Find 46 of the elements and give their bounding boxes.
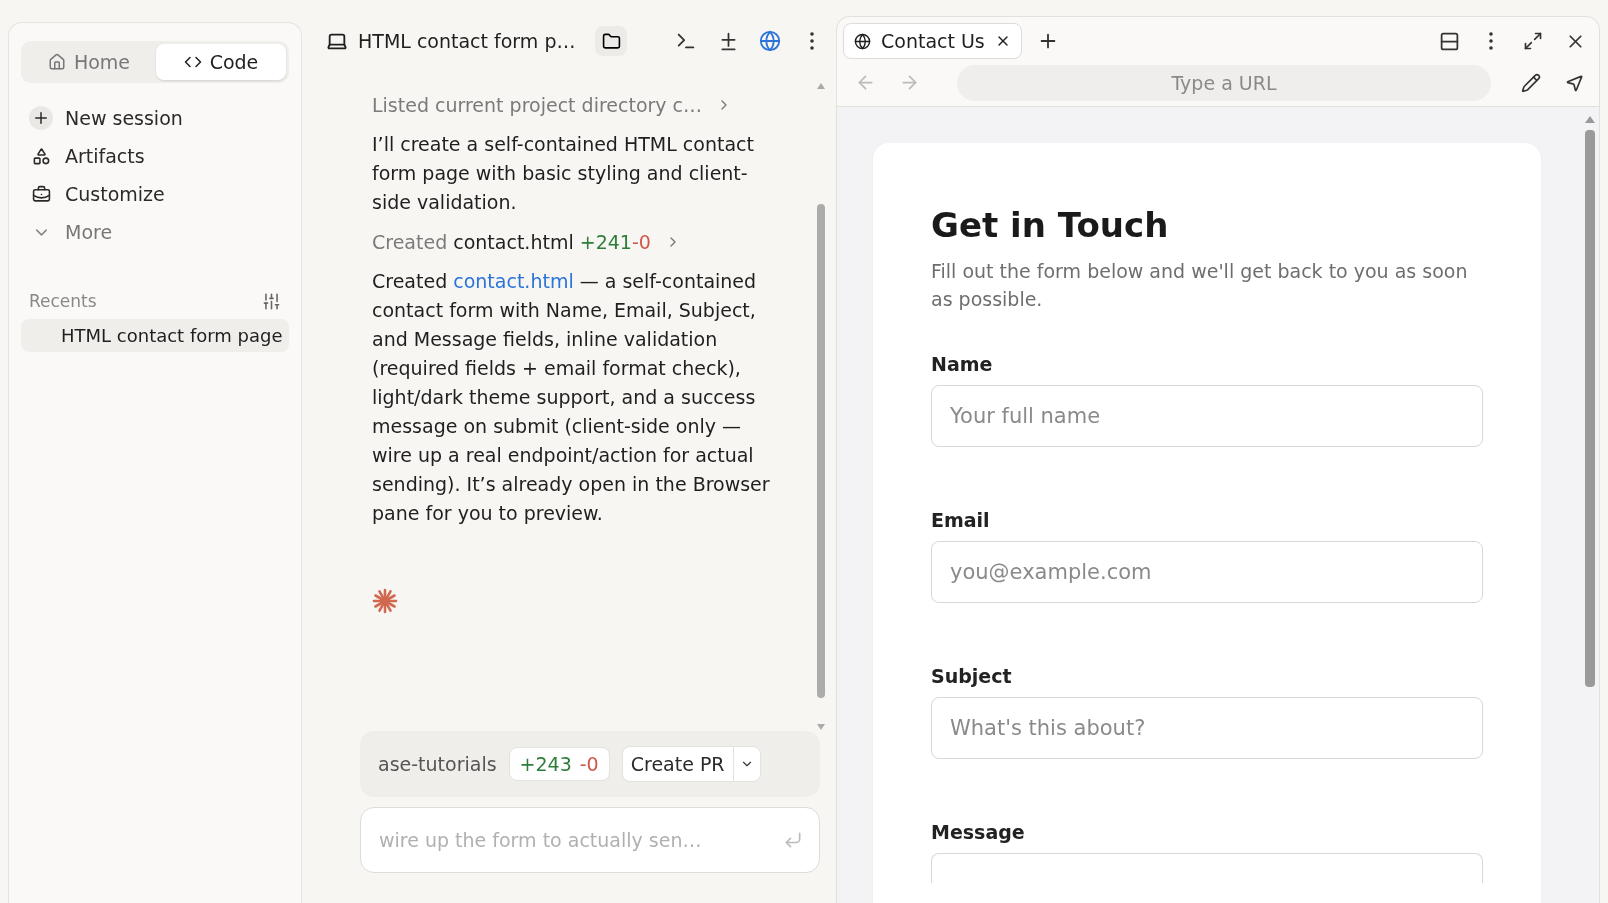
text-field[interactable]: Your full name: [931, 385, 1483, 447]
section-title: Recents: [29, 291, 97, 311]
tool-step-link[interactable]: Listed current project directory c…: [372, 94, 784, 116]
message-input[interactable]: wire up the form to actually sen…: [377, 828, 775, 852]
plus-icon: [29, 106, 53, 130]
field-label: Email: [931, 509, 991, 531]
diff-count: +243 -0: [508, 747, 610, 781]
globe-icon: [759, 30, 781, 52]
folder-icon: [601, 31, 621, 51]
file-link[interactable]: contact.html: [453, 270, 574, 292]
branch-name: ase-tutorials: [378, 753, 497, 775]
scrollbar-thumb[interactable]: [817, 203, 825, 698]
message-field[interactable]: wire up the form to actually sen…: [360, 807, 820, 873]
scroll-up-icon[interactable]: [1584, 115, 1596, 124]
recent-session[interactable]: HTML contact form page: [21, 319, 289, 352]
text-field[interactable]: you@example.com: [931, 541, 1483, 603]
field-label: Message: [931, 821, 1026, 843]
field-label: Subject: [931, 665, 1013, 687]
assistant-message: I’ll create a self-contained HTML contact form page with basic styling and client-side validation.: [372, 132, 755, 215]
layout-icon: [1438, 30, 1460, 52]
home-icon: [47, 53, 66, 71]
pencil-icon: [1521, 72, 1541, 93]
assistant-message: Created contact.html — a self-contained contact form with Name, Email, Subject, and Message fields, inline validation (required fields + email format check), light/dark theme support, and a success message on submit (client-side only — wire up a real endpoint/action for actual sending). It’s already open in the Browser pane for you to preview.: [372, 269, 771, 526]
more-icon: [810, 32, 814, 50]
browser-tab[interactable]: Contact Us: [843, 23, 1022, 59]
mode-tab[interactable]: Home: [24, 44, 154, 80]
nav-item[interactable]: More: [21, 215, 289, 249]
more-icon: [1489, 32, 1493, 50]
globe-icon: [854, 32, 871, 50]
nav-item[interactable]: Artifacts: [21, 139, 289, 173]
page-subtitle: Fill out the form below and we'll get back to you as soon as possible.: [931, 259, 1469, 312]
file-change-link[interactable]: Created contact.html +241-0: [372, 231, 784, 253]
page-heading: Get in Touch: [931, 205, 1170, 245]
shapes-icon: [31, 146, 51, 166]
session-title: HTML contact form p…: [358, 30, 576, 52]
field-label: Name: [931, 353, 994, 375]
text-field[interactable]: What's this about?: [931, 697, 1483, 759]
nav-item[interactable]: New session: [21, 101, 289, 135]
folder-button[interactable]: [595, 26, 628, 56]
filter-icon[interactable]: [262, 291, 281, 311]
nav-item[interactable]: Customize: [21, 177, 289, 211]
mode-tab[interactable]: Code: [156, 44, 286, 80]
url-field[interactable]: Type a URL: [957, 64, 1491, 101]
briefcase-icon: [31, 184, 51, 204]
scrollbar-thumb[interactable]: [1585, 130, 1595, 687]
expand-icon: [1523, 31, 1543, 51]
